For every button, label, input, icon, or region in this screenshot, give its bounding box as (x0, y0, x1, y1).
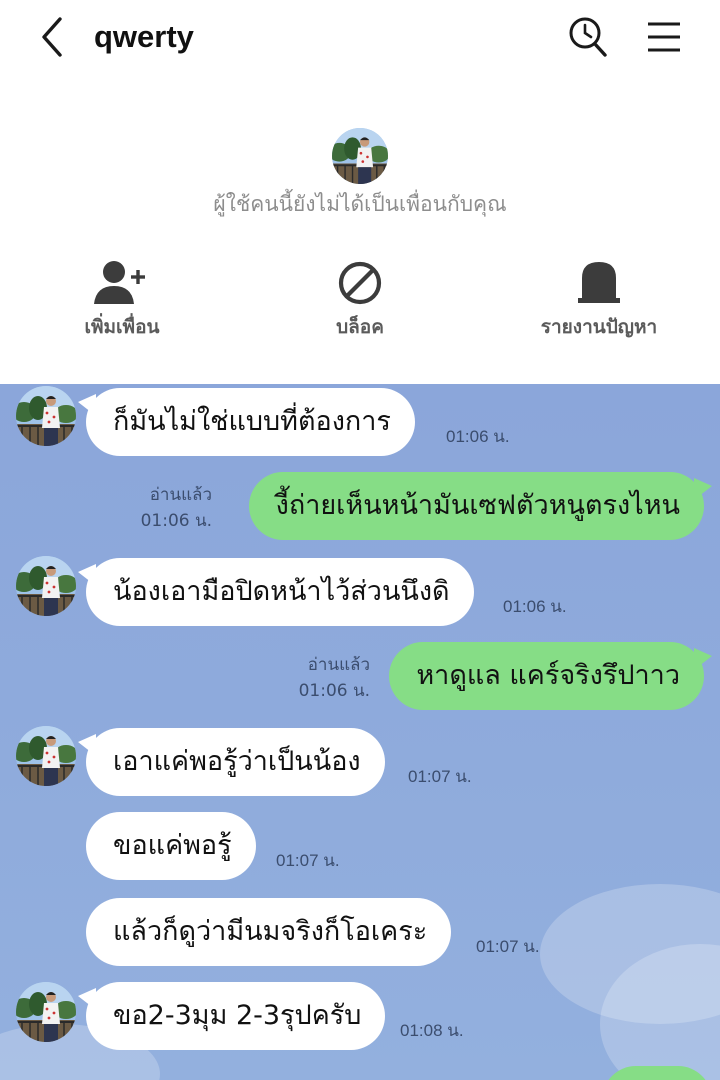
message-bubble-incoming[interactable]: ขอแค่พอรู้ (86, 812, 256, 880)
message-time: 01:07 น. (408, 767, 472, 786)
search-icon[interactable] (566, 14, 610, 60)
block-label: บล็อค (336, 316, 384, 338)
sender-avatar[interactable] (16, 386, 76, 446)
sender-avatar[interactable] (16, 726, 76, 786)
sender-avatar[interactable] (16, 556, 76, 616)
message-time: 01:08 น. (400, 1021, 464, 1040)
report-button[interactable]: รายงานปัญหา (489, 258, 709, 342)
back-arrow-icon[interactable] (34, 14, 74, 60)
profile-avatar[interactable] (332, 128, 388, 184)
report-icon (578, 262, 620, 303)
message-bubble-outgoing[interactable]: หาดูแล แคร์จริงรึปาาว (389, 642, 712, 710)
profile-section: ผู้ใช้คนนี้ยังไม่ได้เป็นเพื่อนกับคุณ เพิ… (0, 80, 720, 384)
chat-area[interactable]: ก็มันไม่ใช่แบบที่ต้องการ 01:06 น. อ่านแล… (0, 384, 720, 1080)
message-bubble-incoming[interactable]: ก็มันไม่ใช่แบบที่ต้องการ (78, 388, 415, 456)
message-bubble-incoming[interactable]: ขอ2-3มุม 2-3รุปครับ (77, 982, 386, 1050)
app-header: qwerty (0, 0, 720, 80)
menu-icon[interactable] (642, 14, 686, 60)
message-time: 01:06 น. (140, 511, 212, 531)
block-icon (338, 261, 382, 305)
add-friend-icon (94, 261, 145, 304)
not-friend-notice: ผู้ใช้คนนี้ยังไม่ได้เป็นเพื่อนกับคุณ (213, 192, 507, 216)
report-label: รายงานปัญหา (540, 316, 658, 338)
message-time: 01:06 น. (446, 427, 510, 446)
message-time: 01:06 น. (503, 597, 567, 616)
block-button[interactable]: บล็อค (250, 258, 470, 342)
message-time: 01:07 น. (276, 851, 340, 870)
sender-avatar[interactable] (16, 982, 76, 1042)
message-bubble-incoming[interactable]: น้องเอามือปิดหน้าไว้ส่วนนึงดิ (78, 558, 474, 626)
read-status: อ่านแล้ว (307, 655, 370, 675)
chat-title: qwerty (94, 19, 194, 54)
message-bubble-incoming[interactable]: เอาแค่พอรู้ว่าเป็นน้อง (78, 728, 385, 796)
message-bubble-incoming[interactable]: แล้วก็ดูว่ามีนมจริงก็โอเคระ (86, 898, 452, 966)
message-time: 01:06 น. (298, 681, 370, 701)
message-bubble-outgoing[interactable]: งี้ถ่ายเห็นหน้ามันเซฟตัวหนูตรงไหน (248, 472, 713, 540)
message-time: 01:07 น. (476, 937, 540, 956)
read-status: อ่านแล้ว (149, 485, 212, 505)
add-friend-label: เพิ่มเพื่อน (84, 316, 160, 338)
add-friend-button[interactable]: เพิ่มเพื่อน (12, 258, 232, 342)
